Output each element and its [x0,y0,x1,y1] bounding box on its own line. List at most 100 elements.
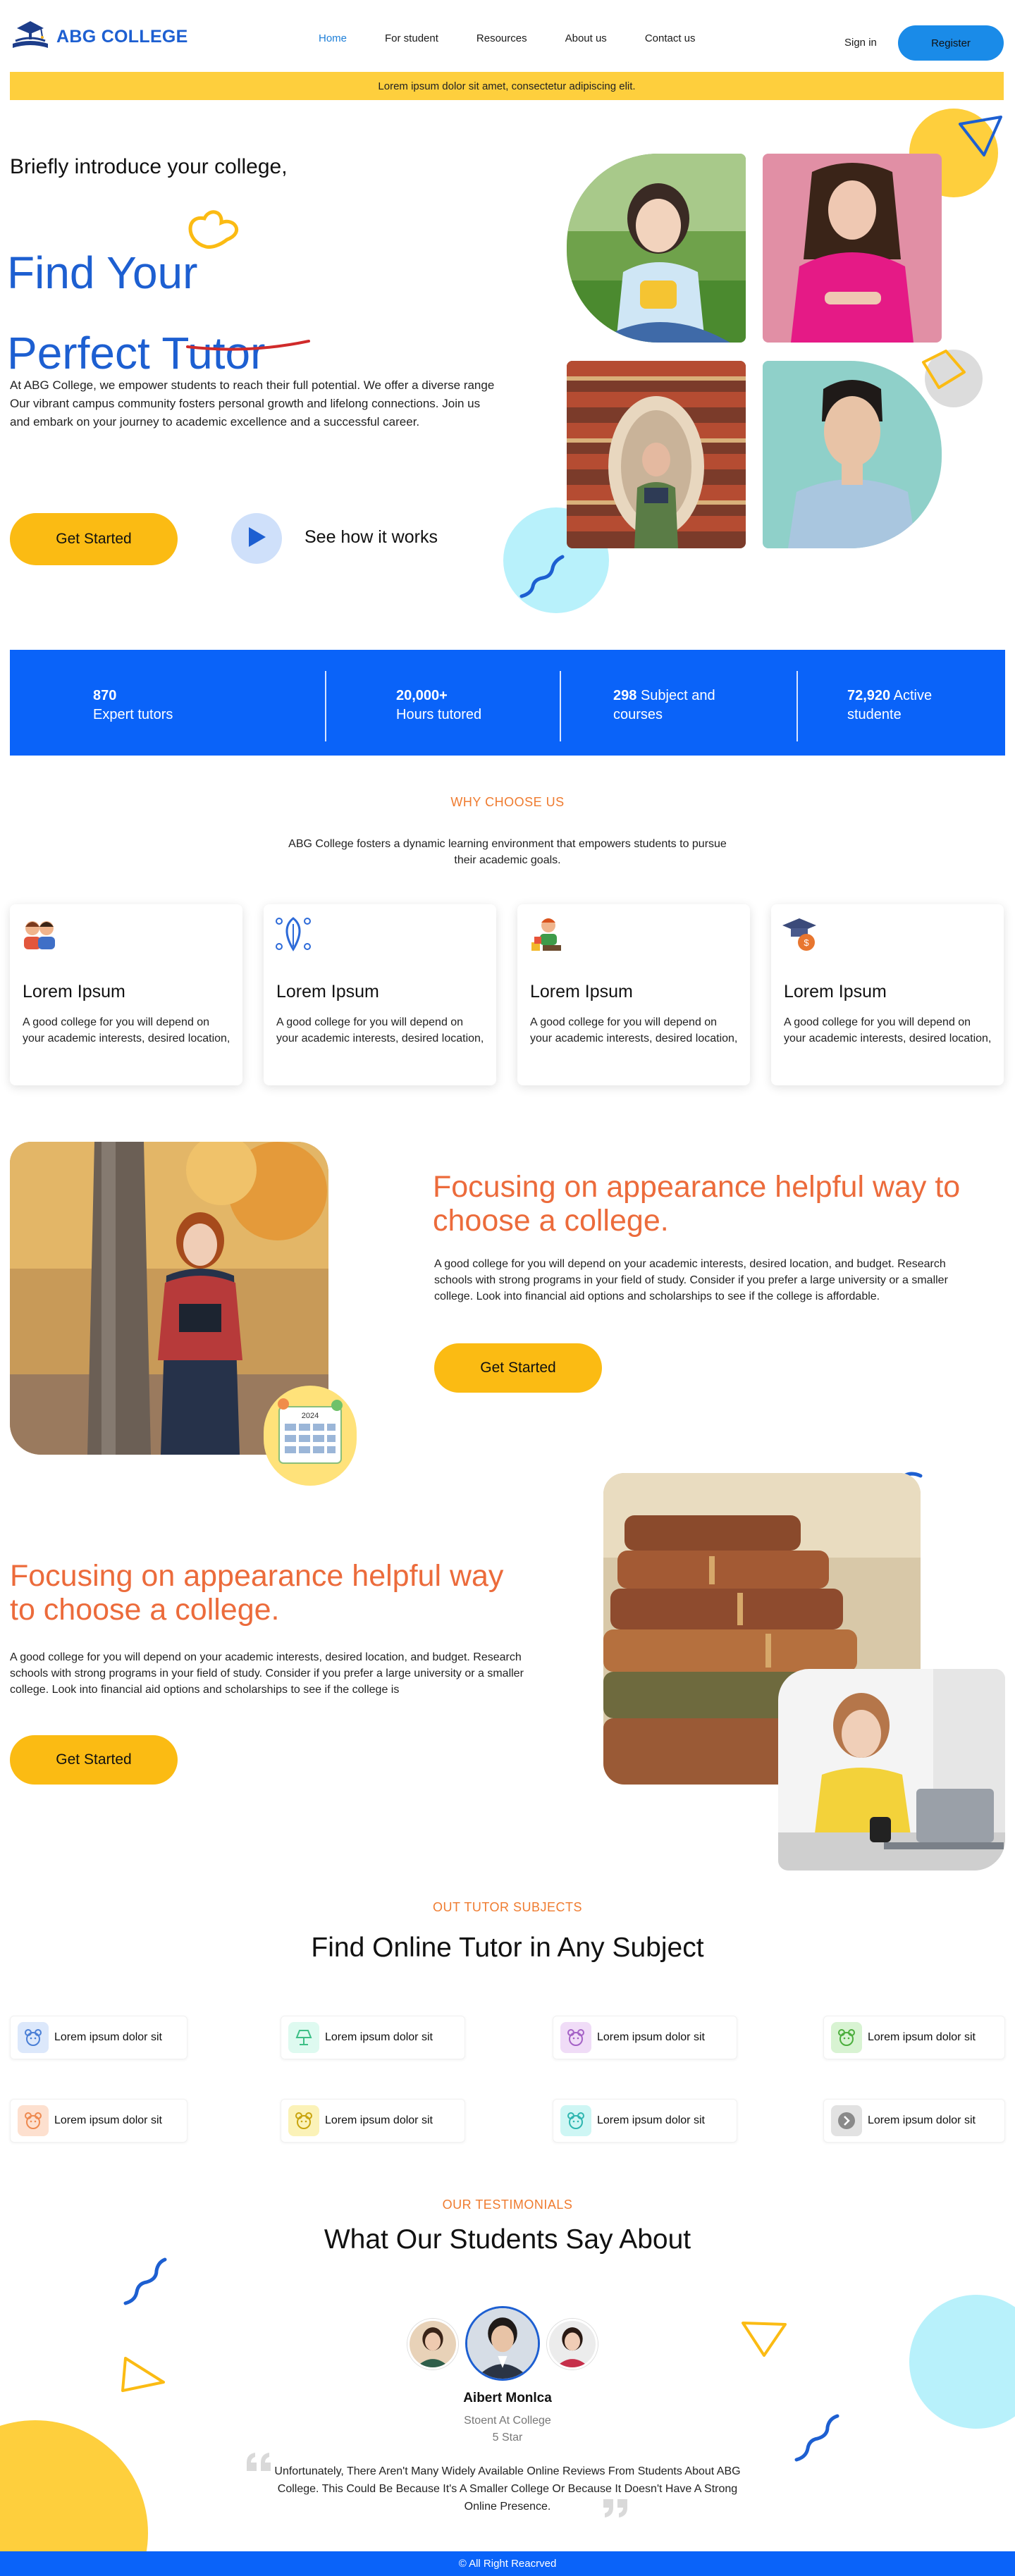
subject-chip[interactable]: Lorem ipsum dolor sit [281,2099,465,2143]
hero-photo-woman-pink [763,154,942,343]
students-icon [20,914,59,954]
menu-item-resources[interactable]: Resources [476,32,527,44]
hero-intro: Briefly introduce your college, [10,155,288,178]
stat-value: 870 [93,688,117,703]
graduation-cap-books-icon [10,17,51,57]
menu-item-home[interactable]: Home [319,32,347,44]
subject-label: Lorem ipsum dolor sit [54,2114,162,2126]
stat-value: 72,920 [847,688,891,703]
testimonial-rating: 5 Star [492,2432,523,2443]
card-title: Lorem Ipsum [276,982,379,1002]
card-text: A good college for you will depend on yo… [276,1016,484,1044]
calendar-sticker: 2024 [264,1386,357,1486]
testimonial-quote: Unfortunately, There Aren't Many Widely … [274,2465,741,2513]
logo[interactable]: ABG COLLEGE [10,17,188,57]
yellow-triangle-decor [742,2322,787,2357]
testimonial-avatar-active[interactable] [465,2306,540,2381]
subject-chip[interactable]: Lorem ipsum dolor sit [10,2016,187,2059]
subject-chip[interactable]: Lorem ipsum dolor sit [823,2016,1005,2059]
subjects-title: Find Online Tutor in Any Subject [311,1933,704,1963]
stat-label: Expert tutors [93,707,173,722]
hero-photo-library-girl [567,361,746,548]
feature1-text: A good college for you will depend on yo… [434,1258,948,1302]
stat-value: 20,000+ [396,688,448,703]
hero-get-started-button[interactable]: Get Started [10,513,178,565]
yellow-triangle-decor [121,2357,165,2392]
stats-bar: 870 Expert tutors 20,000+ Hours tutored … [10,650,1005,756]
card-text: A good college for you will depend on yo… [784,1016,992,1044]
why-description: ABG College fosters a dynamic learning e… [288,838,727,866]
hero-description: At ABG College, we empower students to r… [10,378,495,429]
feature-card[interactable]: Lorem Ipsum A good college for you will … [10,904,242,1085]
subject-label: Lorem ipsum dolor sit [325,2114,433,2126]
footer: © All Right Reacrved [0,2551,1015,2576]
blue-triangle-decor [959,116,1002,156]
blue-squiggle-decor [123,2257,167,2305]
play-icon [246,526,267,552]
leaf-brain-icon [273,914,313,954]
menu-item-about-us[interactable]: About us [565,32,607,44]
bear-icon [560,2105,591,2136]
subject-label: Lorem ipsum dolor sit [54,2031,162,2043]
menu-item-for-student[interactable]: For student [385,32,438,44]
footer-copyright: © All Right Reacrved [458,2558,557,2570]
subject-chip[interactable]: Lorem ipsum dolor sit [823,2099,1005,2143]
stat-active-students: 72,920 Active studente [847,686,960,725]
signin-link[interactable]: Sign in [844,37,877,49]
arrow-icon [831,2105,862,2136]
bear-icon [18,2022,49,2053]
testimonials-eyebrow: OUR TESTIMONIALS [442,2198,573,2212]
stat-subjects: 298 Subject and courses [613,686,754,725]
subject-chip[interactable]: Lorem ipsum dolor sit [10,2099,187,2143]
stat-hours-tutored: 20,000+ Hours tutored [396,686,481,725]
subject-chip[interactable]: Lorem ipsum dolor sit [553,2016,737,2059]
subject-chip[interactable]: Lorem ipsum dolor sit [553,2099,737,2143]
stat-expert-tutors: 870 Expert tutors [93,686,173,725]
why-eyebrow: WHY CHOOSE US [450,795,565,809]
card-text: A good college for you will depend on yo… [530,1016,738,1044]
card-title: Lorem Ipsum [530,982,633,1002]
yellow-diamond-decor [922,350,966,389]
bear-icon [560,2022,591,2053]
blue-squiggle-decor [519,555,565,598]
subjects-eyebrow: OUT TUTOR SUBJECTS [432,1900,583,1914]
announcement-banner: Lorem ipsum dolor sit amet, consectetur … [10,72,1004,100]
feature-photo-woman-laptop [778,1669,1005,1871]
menu-item-contact-us[interactable]: Contact us [645,32,696,44]
testimonial-avatar-right[interactable] [547,2319,598,2369]
subject-label: Lorem ipsum dolor sit [868,2031,976,2043]
hero-title-line1: Find Your [7,247,198,298]
top-navigation: ABG COLLEGE Home For student Resources A… [0,0,1015,70]
feature-card[interactable]: Lorem Ipsum A good college for you will … [264,904,496,1085]
stat-divider [560,671,561,741]
feature-card[interactable]: $ Lorem Ipsum A good college for you wil… [771,904,1004,1085]
bear-icon [288,2105,319,2136]
feature2-get-started-button[interactable]: Get Started [10,1735,178,1785]
card-text: A good college for you will depend on yo… [23,1016,230,1044]
page: ABG COLLEGE Home For student Resources A… [0,0,1015,2576]
see-how-it-works-link[interactable]: See how it works [304,527,438,548]
stat-divider [325,671,326,741]
testimonial-role: Stoent At College [464,2415,551,2427]
stat-divider [796,671,798,741]
feature2-title: Focusing on appearance helpful way to ch… [10,1559,504,1627]
main-menu: Home For student Resources About us Cont… [319,32,734,44]
hero-title: Find Your Perfect Tutor [7,233,265,393]
card-title: Lorem Ipsum [23,982,125,1002]
testimonial-avatar-left[interactable] [407,2319,458,2369]
testimonials-title: What Our Students Say About [324,2224,691,2255]
teacher-icon [527,914,567,954]
subject-chip[interactable]: Lorem ipsum dolor sit [281,2016,465,2059]
hero-photo-young-man [763,361,942,548]
close-quote-icon [603,2499,627,2518]
feature1-get-started-button[interactable]: Get Started [434,1343,602,1393]
register-button[interactable]: Register [898,25,1004,61]
subject-label: Lorem ipsum dolor sit [597,2114,705,2126]
testimonial-name: Aibert Monlca [463,2391,552,2405]
cyan-circle-decor [909,2295,1015,2429]
subject-label: Lorem ipsum dolor sit [868,2114,976,2126]
play-button[interactable] [231,513,282,564]
lamp-icon [288,2022,319,2053]
feature-card[interactable]: Lorem Ipsum A good college for you will … [517,904,750,1085]
logo-text: ABG COLLEGE [56,27,188,47]
